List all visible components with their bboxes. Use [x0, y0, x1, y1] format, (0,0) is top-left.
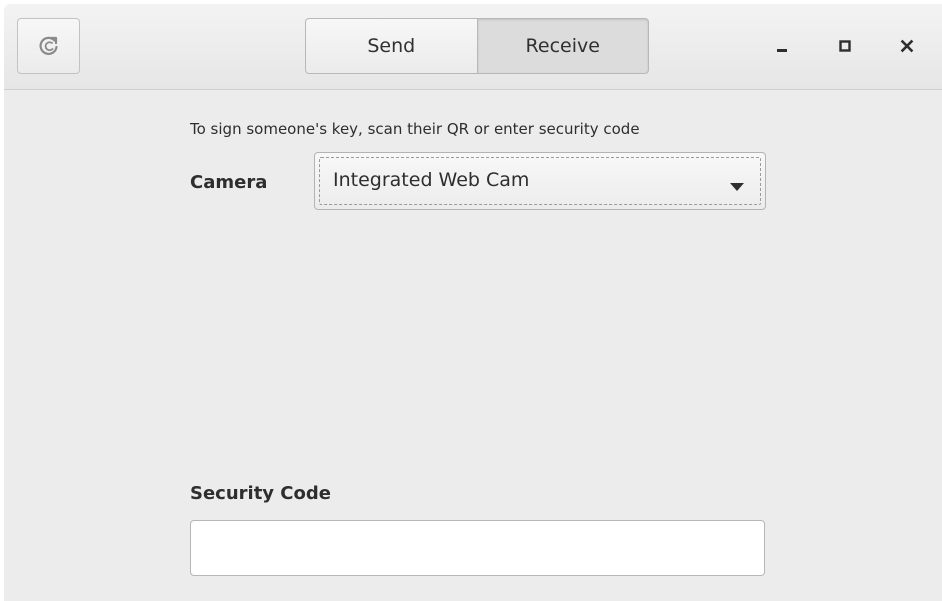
minimize-button[interactable]: [768, 32, 796, 60]
camera-label: Camera: [190, 172, 268, 193]
minimize-icon: [775, 39, 789, 53]
tab-receive-label: Receive: [525, 35, 600, 57]
camera-dropdown[interactable]: Integrated Web Cam: [314, 152, 766, 210]
security-code-label: Security Code: [190, 483, 331, 504]
dropdown-arrow-icon: [729, 177, 745, 196]
security-code-input[interactable]: [190, 520, 765, 576]
close-button[interactable]: [893, 32, 921, 60]
instructions-text: To sign someone's key, scan their QR or …: [190, 120, 640, 138]
maximize-button[interactable]: [831, 32, 859, 60]
receive-panel: To sign someone's key, scan their QR or …: [4, 90, 942, 601]
tab-send-label: Send: [367, 35, 416, 57]
close-icon: [900, 39, 914, 53]
send-receive-switcher: Send Receive: [305, 18, 649, 74]
redo-arrow-icon: [37, 34, 61, 58]
camera-selected-value: Integrated Web Cam: [333, 169, 530, 191]
back-button[interactable]: [17, 18, 80, 74]
app-window: Send Receive To sign someone's key, scan…: [4, 4, 942, 601]
tab-receive[interactable]: Receive: [476, 18, 649, 74]
maximize-icon: [838, 39, 852, 53]
header-bar: Send Receive: [4, 4, 942, 90]
tab-send[interactable]: Send: [305, 18, 477, 74]
